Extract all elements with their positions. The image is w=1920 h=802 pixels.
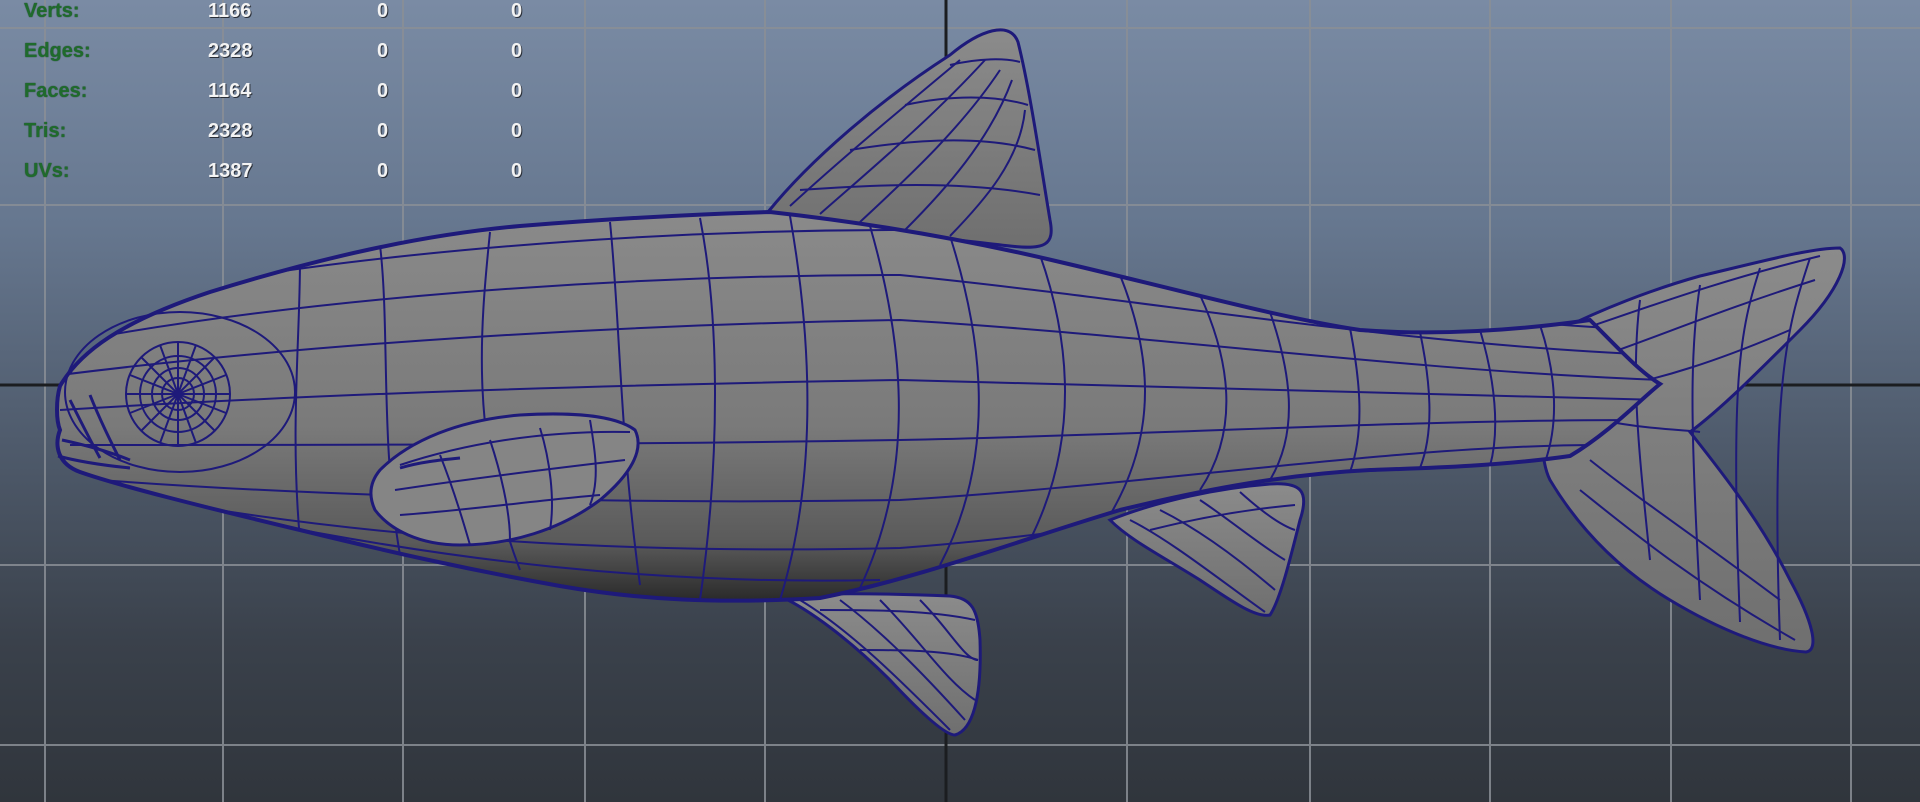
viewport[interactable]: Verts: 1166 0 0 Edges: 2328 0 0 Faces: 1… — [0, 0, 1920, 802]
hud-label: Tris: — [24, 120, 67, 142]
hud-value-selection: 0 — [511, 160, 523, 182]
hud-label: Faces: — [24, 80, 88, 102]
hud-row-verts: Verts: 1166 0 0 — [0, 0, 560, 30]
dorsal-fin — [765, 28, 1053, 249]
hud-label: Edges: — [24, 40, 91, 62]
hud-value-selected: 0 — [377, 160, 389, 182]
hud-row-faces: Faces: 1164 0 0 — [0, 80, 560, 110]
hud-value-selection: 0 — [511, 120, 523, 142]
hud-value-object: 2328 — [208, 120, 253, 142]
hud-value-selected: 0 — [377, 0, 389, 22]
hud-value-object: 1166 — [208, 0, 252, 22]
hud-value-selection: 0 — [511, 80, 523, 102]
hud-value-object: 1387 — [208, 160, 253, 182]
hud-value-object: 1164 — [208, 80, 252, 102]
hud-row-uvs: UVs: 1387 0 0 — [0, 160, 560, 190]
hud-value-selected: 0 — [377, 120, 389, 142]
hud-row-edges: Edges: 2328 0 0 — [0, 40, 560, 70]
hud-label: Verts: — [24, 0, 80, 22]
hud-value-selected: 0 — [377, 40, 389, 62]
poly-count-hud: Verts: 1166 0 0 Edges: 2328 0 0 Faces: 1… — [0, 0, 560, 200]
hud-value-object: 2328 — [208, 40, 253, 62]
hud-label: UVs: — [24, 160, 70, 182]
hud-value-selection: 0 — [511, 40, 523, 62]
hud-value-selection: 0 — [511, 0, 523, 22]
fish-body — [55, 209, 1664, 603]
hud-value-selected: 0 — [377, 80, 389, 102]
hud-row-tris: Tris: 2328 0 0 — [0, 120, 560, 150]
